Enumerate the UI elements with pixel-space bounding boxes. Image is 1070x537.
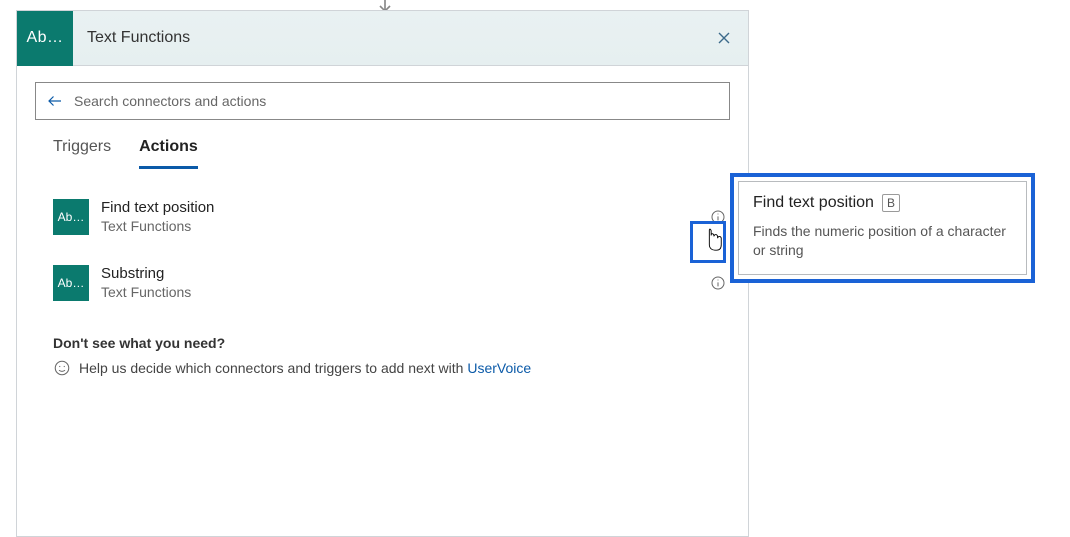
action-text: Find text position Text Functions xyxy=(89,199,706,235)
actions-list: Ab… Find text position Text Functions Ab… xyxy=(17,169,748,307)
connector-icon: Ab… xyxy=(17,11,73,66)
action-icon: Ab… xyxy=(53,265,89,301)
panel-header: Ab… Text Functions xyxy=(17,11,748,66)
tooltip-inner: Find text position B Finds the numeric p… xyxy=(738,181,1027,275)
search-bar xyxy=(35,82,730,120)
footer-heading: Don't see what you need? xyxy=(53,335,712,351)
tooltip-title: Find text position xyxy=(753,194,874,212)
action-subtitle: Text Functions xyxy=(101,284,706,302)
action-title: Find text position xyxy=(101,199,706,218)
tab-actions[interactable]: Actions xyxy=(139,138,198,169)
back-button[interactable] xyxy=(46,92,64,110)
tabs: Triggers Actions xyxy=(17,120,748,169)
footer-text: Help us decide which connectors and trig… xyxy=(79,360,467,376)
footer: Don't see what you need? Help us decide … xyxy=(17,325,748,377)
search-input[interactable] xyxy=(74,93,719,109)
footer-help-line: Help us decide which connectors and trig… xyxy=(53,359,712,377)
info-highlight-box xyxy=(690,221,726,263)
close-button[interactable] xyxy=(700,30,748,46)
tooltip: Find text position B Finds the numeric p… xyxy=(730,173,1035,283)
tab-triggers[interactable]: Triggers xyxy=(53,138,111,169)
tooltip-badge: B xyxy=(882,194,900,212)
action-substring[interactable]: Ab… Substring Text Functions xyxy=(53,259,730,307)
arrow-left-icon xyxy=(46,92,64,110)
action-title: Substring xyxy=(101,265,706,284)
close-icon xyxy=(716,30,732,46)
connector-panel: Ab… Text Functions Triggers Actions Ab… … xyxy=(16,10,749,537)
info-icon xyxy=(710,275,726,291)
action-subtitle: Text Functions xyxy=(101,218,706,236)
tooltip-head: Find text position B xyxy=(753,194,1012,212)
action-icon: Ab… xyxy=(53,199,89,235)
action-text: Substring Text Functions xyxy=(89,265,706,301)
smile-icon xyxy=(53,359,71,377)
action-find-text-position[interactable]: Ab… Find text position Text Functions xyxy=(53,193,730,241)
info-button[interactable] xyxy=(706,275,730,291)
tooltip-description: Finds the numeric position of a characte… xyxy=(753,222,1012,260)
panel-title: Text Functions xyxy=(73,29,700,47)
uservoice-link[interactable]: UserVoice xyxy=(467,360,531,376)
